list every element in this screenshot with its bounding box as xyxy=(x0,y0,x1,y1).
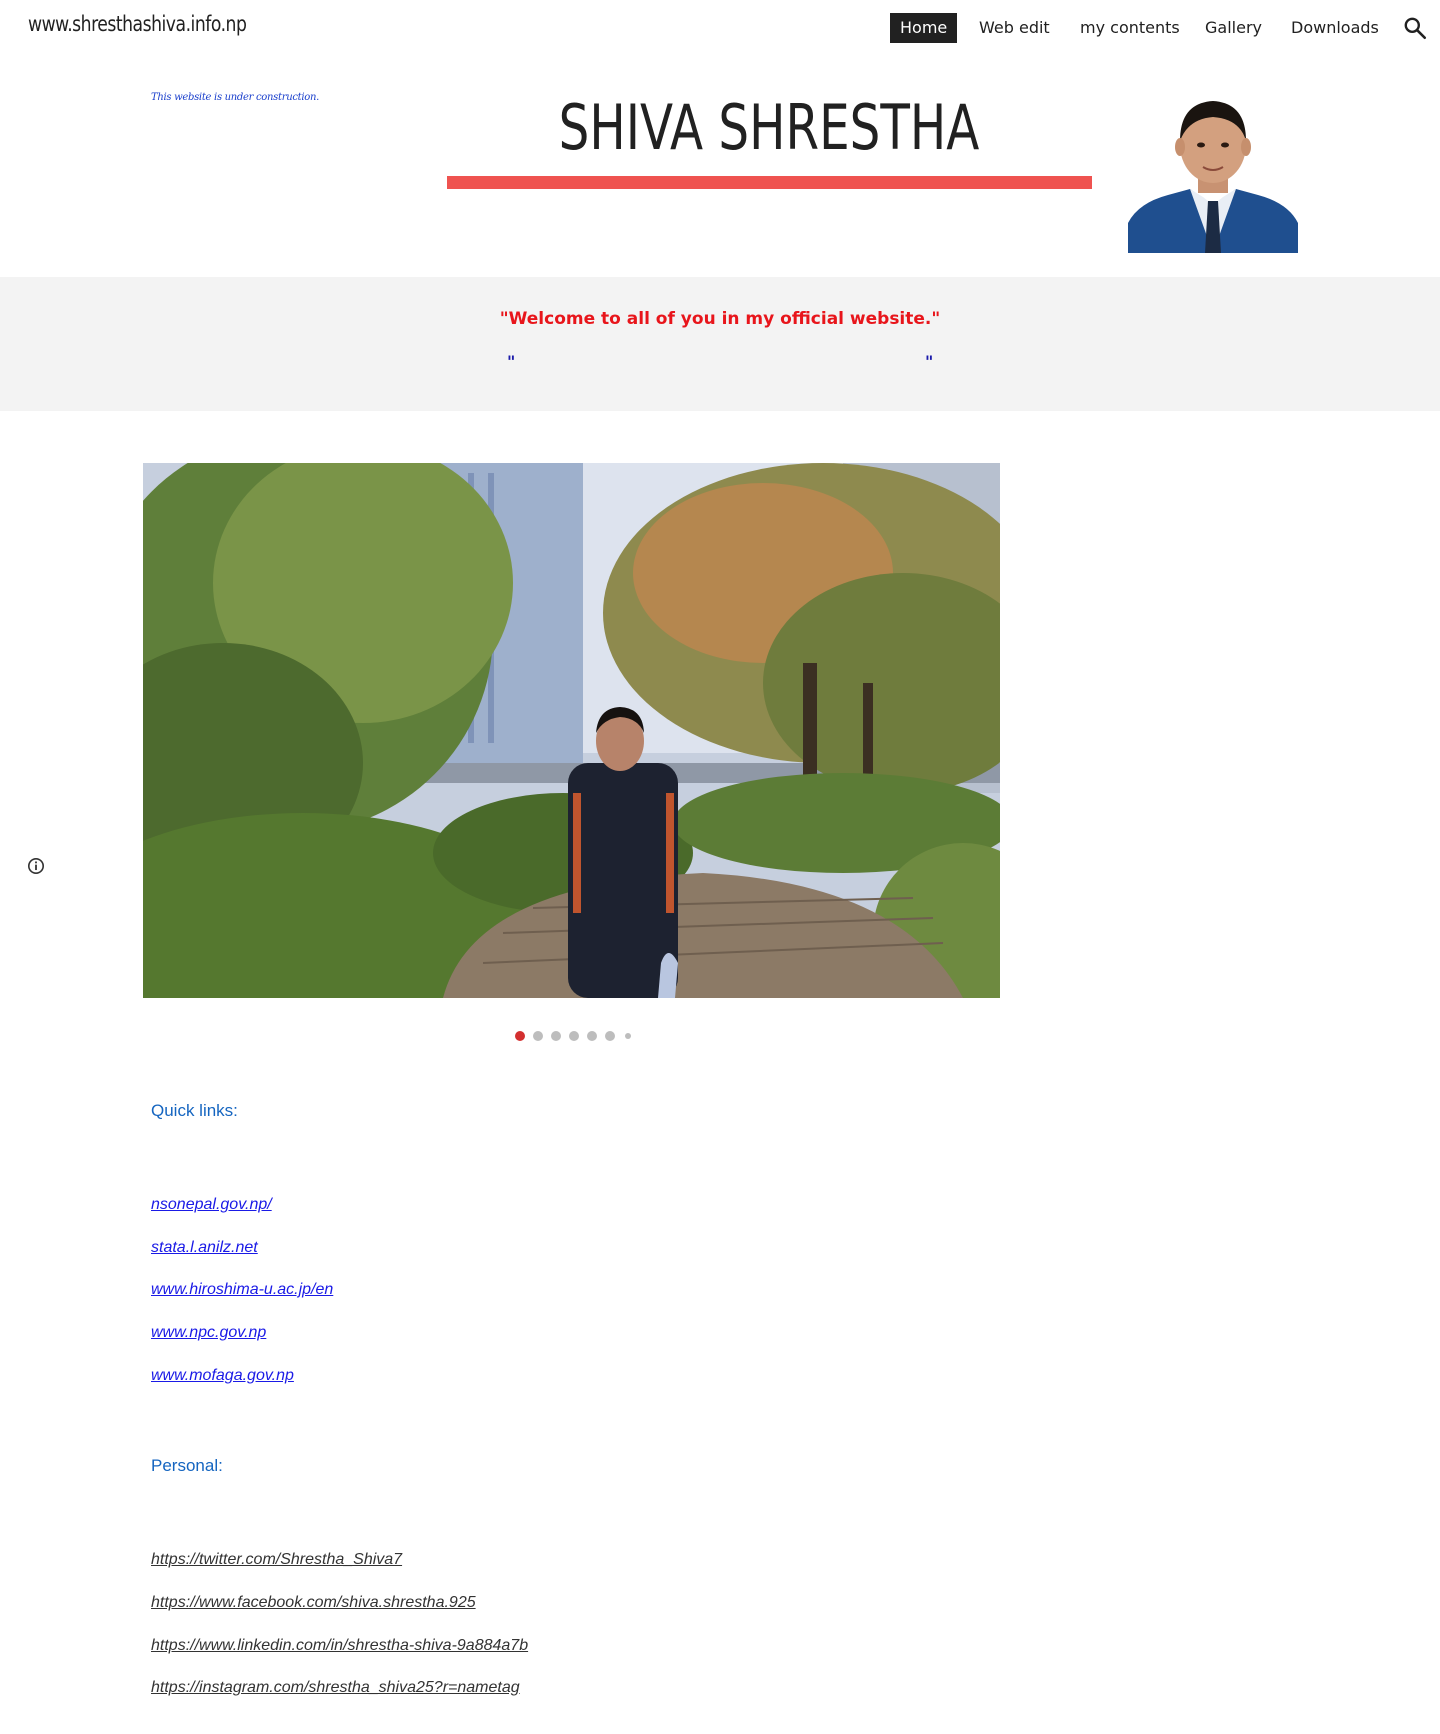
carousel-dot[interactable] xyxy=(515,1031,525,1041)
title-underline xyxy=(447,176,1092,189)
carousel-dot[interactable] xyxy=(605,1031,615,1041)
carousel-dot[interactable] xyxy=(551,1031,561,1041)
carousel-dot[interactable] xyxy=(625,1033,631,1039)
carousel-photo xyxy=(143,463,1000,998)
personal-link[interactable]: https://twitter.com/Shrestha_Shiva7 xyxy=(151,1551,402,1569)
carousel-dot[interactable] xyxy=(533,1031,543,1041)
nav-item-gallery[interactable]: Gallery xyxy=(1205,13,1262,43)
top-navigation: www.shresthashiva.info.np Home Web edit … xyxy=(0,0,1440,56)
personal-link[interactable]: https://www.facebook.com/shiva.shrestha.… xyxy=(151,1594,476,1612)
photo-carousel[interactable] xyxy=(143,463,1000,998)
nav-item-my-contents[interactable]: my contents xyxy=(1080,13,1180,43)
quick-link[interactable]: www.mofaga.gov.np xyxy=(151,1367,294,1385)
welcome-message: "Welcome to all of you in my official we… xyxy=(499,309,941,329)
nav-item-home[interactable]: Home xyxy=(890,13,958,43)
quote-open: " xyxy=(507,352,516,371)
page-title: SHIVA SHRESTHA xyxy=(558,91,980,164)
info-icon[interactable] xyxy=(27,857,45,875)
personal-link[interactable]: https://www.linkedin.com/in/shrestha-shi… xyxy=(151,1637,528,1655)
quote-close: " xyxy=(925,352,934,371)
construction-note: This website is under construction. xyxy=(151,92,320,103)
personal-link[interactable]: https://instagram.com/shrestha_shiva25?r… xyxy=(151,1679,520,1697)
quick-links-heading: Quick links: xyxy=(151,1101,238,1120)
carousel-dot[interactable] xyxy=(569,1031,579,1041)
quick-link[interactable]: www.hiroshima-u.ac.jp/en xyxy=(151,1281,333,1299)
profile-portrait xyxy=(1128,85,1298,253)
nav-item-web-edit[interactable]: Web edit xyxy=(979,13,1050,43)
nav-item-downloads[interactable]: Downloads xyxy=(1291,13,1379,43)
search-icon[interactable] xyxy=(1402,15,1428,41)
personal-heading: Personal: xyxy=(151,1456,223,1475)
quick-link[interactable]: www.npc.gov.np xyxy=(151,1324,266,1342)
site-title[interactable]: www.shresthashiva.info.np xyxy=(28,12,247,36)
quick-link[interactable]: nsonepal.gov.np/ xyxy=(151,1196,272,1214)
welcome-banner: "Welcome to all of you in my official we… xyxy=(0,277,1440,411)
quick-link[interactable]: stata.l.anilz.net xyxy=(151,1239,258,1257)
carousel-dot[interactable] xyxy=(587,1031,597,1041)
